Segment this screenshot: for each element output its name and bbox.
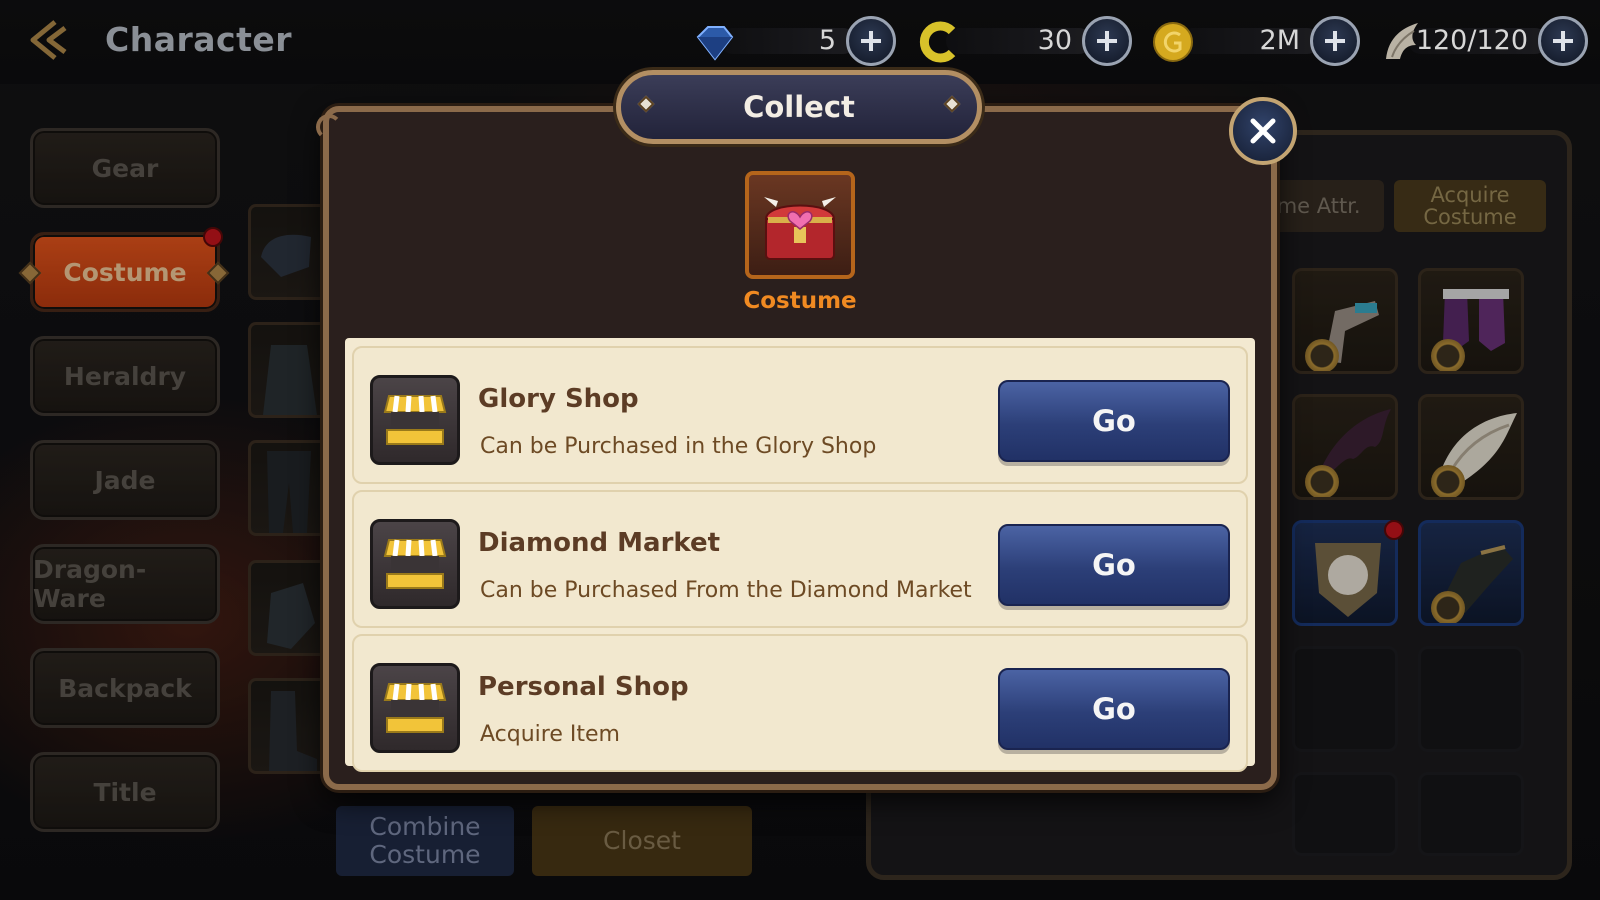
go-button-diamond-market[interactable]: Go	[998, 524, 1230, 606]
shop-stall-icon	[370, 663, 460, 753]
add-diamond-button[interactable]	[846, 16, 896, 66]
modal-title: Collect	[616, 70, 982, 144]
source-row-diamond-market: Diamond Market Can be Purchased From the…	[352, 490, 1248, 628]
source-row-personal-shop: Personal Shop Acquire Item Go	[352, 634, 1248, 772]
plus-icon	[861, 31, 881, 51]
close-button[interactable]	[1229, 97, 1297, 165]
glory-count: 30	[1037, 25, 1072, 56]
source-title: Glory Shop	[478, 384, 639, 414]
frame-ornament	[316, 114, 342, 140]
source-title: Diamond Market	[478, 528, 721, 558]
costume-chest-icon	[764, 197, 836, 260]
shop-stall-icon	[370, 375, 460, 465]
plus-icon	[1097, 31, 1117, 51]
close-icon	[1250, 118, 1276, 144]
glory-coin-icon	[919, 21, 956, 63]
shop-stall-icon	[370, 519, 460, 609]
source-description: Acquire Item	[480, 722, 620, 747]
source-description: Can be Purchased From the Diamond Market	[480, 578, 972, 603]
gold-count: 2M	[1259, 25, 1300, 56]
gold-coin-icon	[1153, 22, 1193, 62]
stamina-count: 120/120	[1415, 25, 1528, 56]
plus-icon	[1553, 31, 1573, 51]
plus-icon	[1325, 31, 1345, 51]
modal-title-text: Collect	[743, 90, 855, 124]
add-gold-button[interactable]	[1310, 16, 1360, 66]
source-title: Personal Shop	[478, 672, 689, 702]
go-button-glory-shop[interactable]: Go	[998, 380, 1230, 462]
diamond-count: 5	[818, 25, 836, 56]
item-type-label: Costume	[743, 288, 857, 314]
costume-item-icon	[745, 171, 855, 279]
add-glory-button[interactable]	[1082, 16, 1132, 66]
go-button-personal-shop[interactable]: Go	[998, 668, 1230, 750]
add-stamina-button[interactable]	[1538, 16, 1588, 66]
diamond-icon	[696, 26, 734, 61]
source-row-glory-shop: Glory Shop Can be Purchased in the Glory…	[352, 346, 1248, 484]
source-description: Can be Purchased in the Glory Shop	[480, 434, 877, 459]
